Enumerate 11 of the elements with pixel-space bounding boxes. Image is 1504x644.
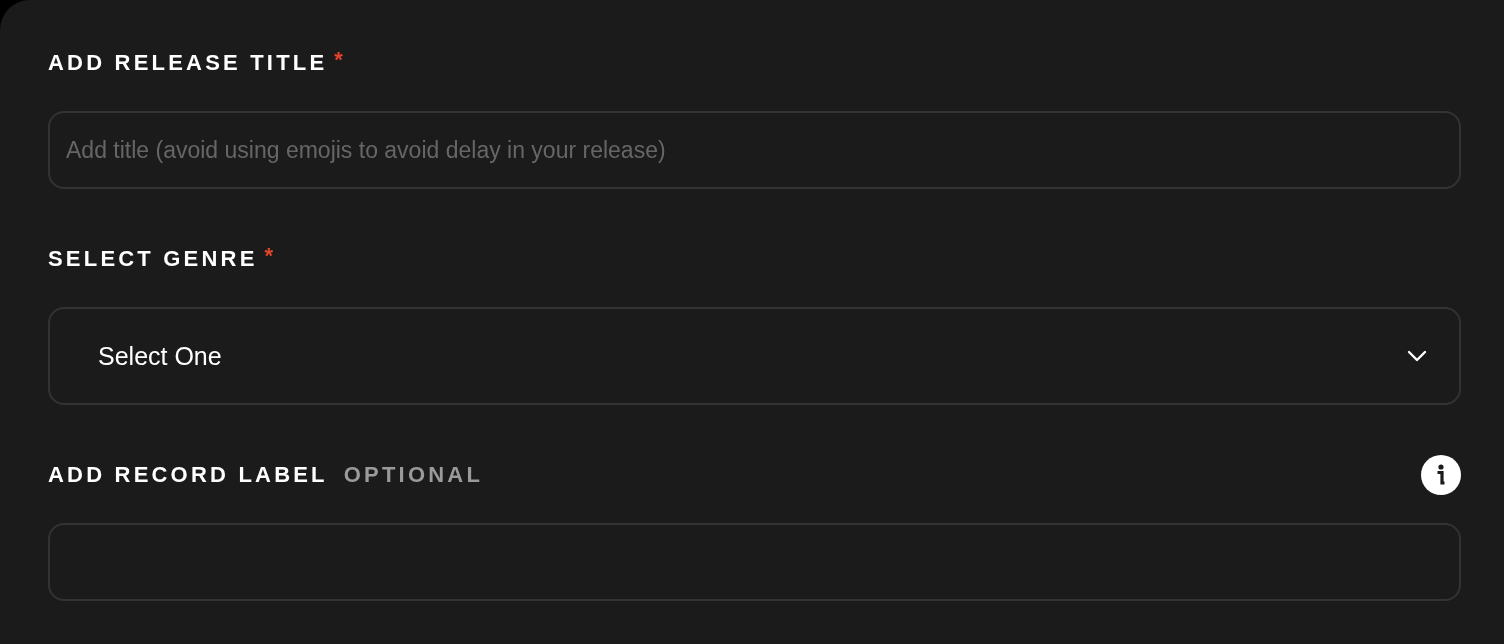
required-mark: *	[334, 47, 343, 73]
text-field[interactable]	[48, 523, 1461, 601]
optional-tag: OPTIONAL	[343, 462, 484, 488]
genre-dropdown[interactable]: Select One	[48, 307, 1461, 405]
field-label: SELECT GENRE	[48, 246, 258, 272]
required-mark: *	[264, 243, 274, 269]
field-label: ADD RELEASE TITLE	[48, 50, 328, 76]
chevron-down-icon	[1407, 350, 1427, 362]
text-field[interactable]: Add title (avoid using emojis to avoid delay in your release)	[48, 111, 1461, 189]
field-label: ADD RECORD LABEL	[48, 462, 328, 488]
info-icon[interactable]	[1421, 455, 1461, 495]
